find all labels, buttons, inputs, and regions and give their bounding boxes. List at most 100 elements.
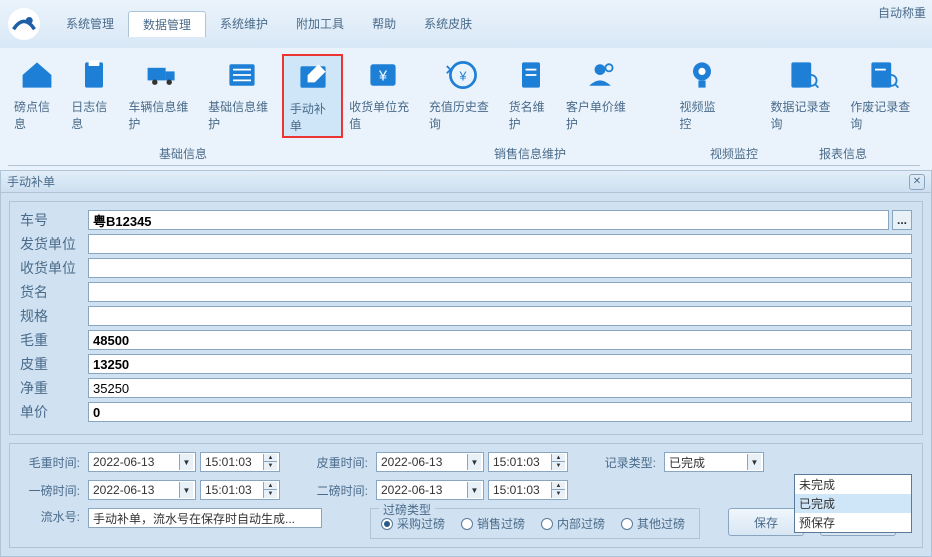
- ribbon-list[interactable]: 基础信息维护: [202, 54, 282, 134]
- radio-label: 其他过磅: [637, 515, 685, 532]
- ribbon-camera[interactable]: 视频监控: [673, 54, 730, 134]
- filter-radio[interactable]: 内部过磅: [541, 515, 605, 532]
- ribbon-label: 基础信息维护: [208, 98, 276, 132]
- menu-tab-help[interactable]: 帮助: [358, 11, 410, 37]
- record-type-option[interactable]: 预保存: [795, 513, 911, 532]
- ribbon-group: 视频监控: [702, 142, 766, 166]
- spin-up-icon[interactable]: ▲: [263, 482, 277, 490]
- filter-types-group: 过磅类型 采购过磅销售过磅内部过磅其他过磅: [370, 508, 700, 539]
- ribbon-group: 基础信息: [8, 142, 358, 166]
- ribbon-history[interactable]: ¥充值历史查询: [423, 54, 503, 134]
- spin-up-icon[interactable]: ▲: [551, 482, 565, 490]
- save-button[interactable]: 保存: [728, 508, 804, 536]
- radio-icon: [541, 518, 553, 530]
- second-time[interactable]: 15:01:03▲▼: [488, 480, 568, 500]
- input-sender[interactable]: [88, 234, 912, 254]
- menu-tab-skin[interactable]: 系统皮肤: [410, 11, 486, 37]
- input-spec[interactable]: [88, 306, 912, 326]
- panel-close-button[interactable]: ✕: [909, 174, 925, 190]
- label-car-no: 车号: [20, 210, 88, 230]
- ribbon-label: 视频监控: [679, 98, 724, 132]
- label-first-time: 一磅时间:: [20, 482, 80, 499]
- list-icon: [222, 56, 262, 94]
- label-second-time: 二磅时间:: [308, 482, 368, 499]
- record-type-combo[interactable]: 已完成▼: [664, 452, 764, 472]
- money-icon: ¥: [363, 56, 403, 94]
- history-icon: ¥: [443, 56, 483, 94]
- ribbon-label: 收货单位充值: [349, 98, 417, 132]
- chevron-down-icon[interactable]: ▼: [747, 454, 761, 470]
- gross-time[interactable]: 15:01:03▲▼: [200, 452, 280, 472]
- record-type-dropdown[interactable]: 未完成已完成预保存: [794, 474, 912, 533]
- menu-tab-system[interactable]: 系统管理: [52, 11, 128, 37]
- chevron-down-icon[interactable]: ▼: [179, 482, 193, 498]
- ribbon-label: 手动补单: [290, 100, 335, 134]
- input-gross[interactable]: [88, 330, 912, 350]
- label-net: 净重: [20, 378, 88, 398]
- panel-title: 手动补单: [7, 173, 55, 190]
- record-type-option[interactable]: 未完成: [795, 475, 911, 494]
- serial-input[interactable]: 手动补单，流水号在保存时自动生成...: [88, 508, 322, 528]
- chevron-down-icon[interactable]: ▼: [179, 454, 193, 470]
- gross-date[interactable]: 2022-06-13▼: [88, 452, 196, 472]
- ribbon-label: 货名维护: [509, 98, 554, 132]
- ribbon-clipboard[interactable]: 日志信息: [65, 54, 122, 134]
- ribbon-group: 报表信息: [766, 142, 920, 166]
- menu-tab-data[interactable]: 数据管理: [128, 11, 206, 37]
- home-icon: [17, 56, 57, 94]
- label-tare-time: 皮重时间:: [308, 454, 368, 471]
- first-date[interactable]: 2022-06-13▼: [88, 480, 196, 500]
- ribbon: 磅点信息日志信息车辆信息维护基础信息维护手动补单 ¥ 收货单位充值¥充值历史查询货名…: [0, 48, 932, 170]
- chevron-down-icon[interactable]: ▼: [467, 482, 481, 498]
- car-no-more-button[interactable]: ...: [892, 210, 912, 230]
- ribbon-zoom-cancel[interactable]: 作废记录查询: [844, 54, 924, 134]
- ribbon-doc[interactable]: 货名维护: [503, 54, 560, 134]
- filter-radio[interactable]: 其他过磅: [621, 515, 685, 532]
- radio-icon: [461, 518, 473, 530]
- input-price[interactable]: [88, 402, 912, 422]
- ribbon-group: 销售信息维护: [358, 142, 702, 166]
- chevron-down-icon[interactable]: ▼: [467, 454, 481, 470]
- spin-down-icon[interactable]: ▼: [263, 490, 277, 498]
- first-time[interactable]: 15:01:03▲▼: [200, 480, 280, 500]
- label-gross-time: 毛重时间:: [20, 454, 80, 471]
- input-car-no[interactable]: [88, 210, 889, 230]
- ribbon-zoom-list[interactable]: 数据记录查询: [765, 54, 845, 134]
- ribbon-edit[interactable]: 手动补单: [282, 54, 343, 138]
- ribbon-home[interactable]: 磅点信息: [8, 54, 65, 134]
- tare-time[interactable]: 15:01:03▲▼: [488, 452, 568, 472]
- ribbon-person[interactable]: 客户单价维护: [560, 54, 640, 134]
- menu-tab-maintain[interactable]: 系统维护: [206, 11, 282, 37]
- main-fields: 车号 ... 发货单位 收货单位 货名 规格 毛重 皮重 净重 单价: [9, 201, 923, 435]
- record-type-option[interactable]: 已完成: [795, 494, 911, 513]
- ribbon-truck[interactable]: 车辆信息维护: [122, 54, 202, 134]
- input-goods[interactable]: [88, 282, 912, 302]
- spin-down-icon[interactable]: ▼: [263, 462, 277, 470]
- label-spec: 规格: [20, 306, 88, 326]
- doc-icon: [511, 56, 551, 94]
- clipboard-icon: [74, 56, 114, 94]
- ribbon-label: 日志信息: [71, 98, 116, 132]
- label-serial: 流水号:: [20, 508, 80, 525]
- camera-icon: [682, 56, 722, 94]
- tare-date[interactable]: 2022-06-13▼: [376, 452, 484, 472]
- app-logo: [8, 8, 40, 40]
- ribbon-label: 客户单价维护: [566, 98, 634, 132]
- spin-up-icon[interactable]: ▲: [551, 454, 565, 462]
- input-net[interactable]: [88, 378, 912, 398]
- label-tare: 皮重: [20, 354, 88, 374]
- second-date[interactable]: 2022-06-13▼: [376, 480, 484, 500]
- manual-order-panel: 手动补单 ✕ 车号 ... 发货单位 收货单位 货名 规格 毛重 皮重 净重 单…: [0, 170, 932, 557]
- edit-icon: [293, 58, 333, 96]
- spin-up-icon[interactable]: ▲: [263, 454, 277, 462]
- person-icon: [580, 56, 620, 94]
- spin-down-icon[interactable]: ▼: [551, 490, 565, 498]
- input-tare[interactable]: [88, 354, 912, 374]
- top-menubar: 系统管理 数据管理 系统维护 附加工具 帮助 系统皮肤 自动称重: [0, 0, 932, 48]
- zoom-cancel-icon: [864, 56, 904, 94]
- menu-tab-addon[interactable]: 附加工具: [282, 11, 358, 37]
- spin-down-icon[interactable]: ▼: [551, 462, 565, 470]
- input-receiver[interactable]: [88, 258, 912, 278]
- ribbon-money[interactable]: ¥ 收货单位充值: [343, 54, 423, 134]
- filter-radio[interactable]: 销售过磅: [461, 515, 525, 532]
